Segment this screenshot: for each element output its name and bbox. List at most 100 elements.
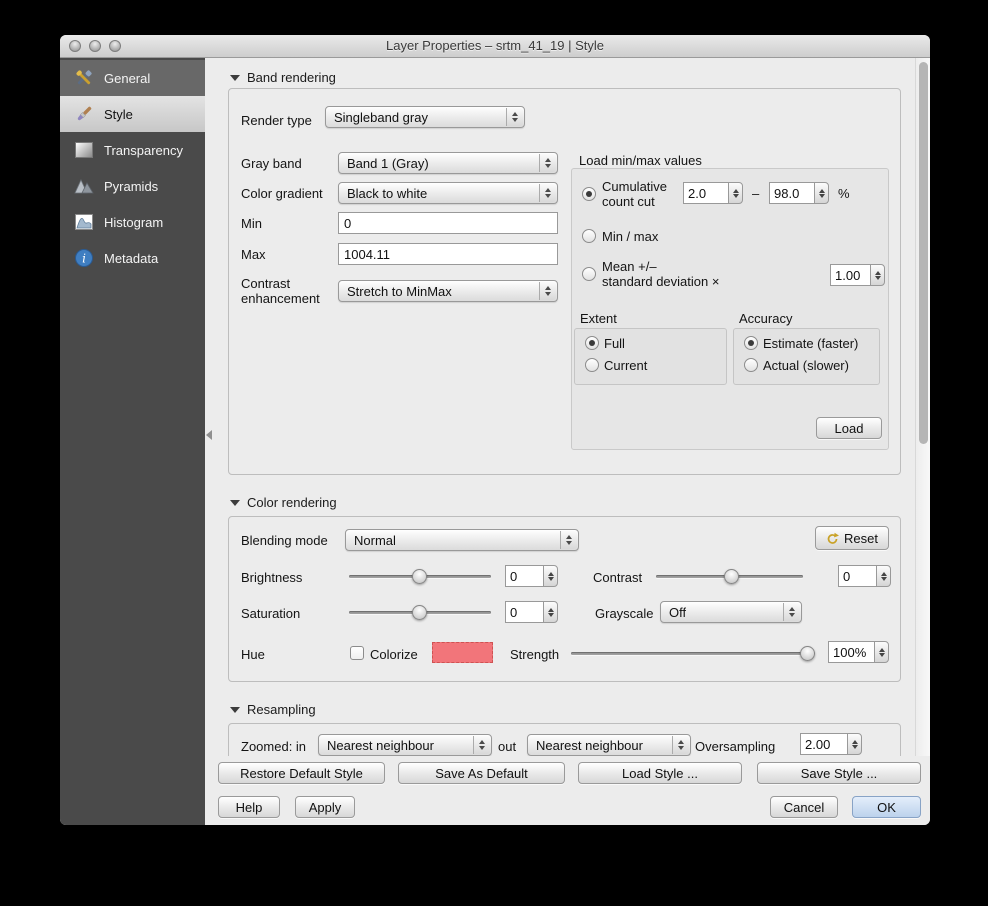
stepper-arrows-icon[interactable] — [543, 601, 558, 623]
load-minmax-panel: Cumulative count cut – % Min / max Mean … — [571, 168, 889, 450]
stepper-arrows-icon[interactable] — [814, 182, 829, 204]
band-rendering-section-header[interactable]: Band rendering — [230, 70, 336, 85]
mean-stddev-radio[interactable] — [582, 267, 596, 281]
dialog-button-area: Restore Default Style Save As Default Lo… — [205, 756, 930, 825]
help-button[interactable]: Help — [218, 796, 280, 818]
slider-thumb[interactable] — [412, 605, 427, 620]
load-button[interactable]: Load — [816, 417, 882, 439]
sidebar-item-histogram[interactable]: Histogram — [60, 204, 205, 240]
stepper-arrows-icon[interactable] — [847, 733, 862, 755]
sidebar-item-metadata[interactable]: i Metadata — [60, 240, 205, 276]
titlebar[interactable]: Layer Properties – srtm_41_19 | Style — [60, 35, 930, 58]
strength-slider[interactable] — [571, 646, 815, 661]
cumulative-max-spinner[interactable] — [769, 182, 829, 204]
cumulative-min-input[interactable] — [683, 182, 728, 204]
contrast-enhancement-select[interactable]: Stretch to MinMax — [338, 280, 558, 302]
strength-input[interactable] — [828, 641, 874, 663]
zoomed-out-label: out — [498, 739, 517, 754]
strength-spinner[interactable] — [828, 641, 889, 663]
cumulative-count-cut-radio[interactable] — [582, 187, 596, 201]
sidebar-item-label: Style — [104, 106, 133, 122]
zoomed-out-select[interactable]: Nearest neighbour — [527, 734, 691, 756]
svg-text:i: i — [82, 252, 86, 266]
color-gradient-value: Black to white — [347, 185, 428, 201]
resampling-section-header[interactable]: Resampling — [230, 702, 316, 717]
grayscale-value: Off — [669, 604, 687, 620]
band-rendering-group: Render type Singleband gray Gray band Ba… — [228, 88, 901, 475]
color-gradient-label: Color gradient — [241, 186, 323, 201]
brightness-spinner[interactable] — [505, 565, 558, 587]
render-type-select[interactable]: Singleband gray — [325, 106, 525, 128]
brightness-input[interactable] — [505, 565, 543, 587]
brightness-slider[interactable] — [349, 569, 491, 584]
gray-band-select[interactable]: Band 1 (Gray) — [338, 152, 558, 174]
contrast-slider[interactable] — [656, 569, 803, 584]
reset-arrow-icon — [827, 532, 840, 544]
accuracy-estimate-radio[interactable] — [744, 336, 758, 350]
sidebar-item-pyramids[interactable]: Pyramids — [60, 168, 205, 204]
sidebar-item-label: General — [104, 70, 151, 86]
stddev-spinner[interactable] — [830, 264, 885, 286]
slider-thumb[interactable] — [412, 569, 427, 584]
zoomed-in-select[interactable]: Nearest neighbour — [318, 734, 492, 756]
max-input[interactable] — [338, 243, 558, 265]
section-title: Resampling — [247, 702, 316, 717]
sidebar-item-general[interactable]: General — [60, 60, 205, 96]
cumulative-max-input[interactable] — [769, 182, 814, 204]
stepper-arrows-icon[interactable] — [728, 182, 743, 204]
color-rendering-section-header[interactable]: Color rendering — [230, 495, 337, 510]
stepper-arrows-icon[interactable] — [876, 565, 891, 587]
section-title: Color rendering — [247, 495, 337, 510]
sidebar-item-transparency[interactable]: Transparency — [60, 132, 205, 168]
oversampling-spinner[interactable] — [800, 733, 862, 755]
general-tools-icon — [73, 67, 95, 89]
slider-thumb[interactable] — [724, 569, 740, 584]
render-type-value: Singleband gray — [334, 109, 428, 125]
extent-current-radio[interactable] — [585, 358, 599, 372]
save-style-button[interactable]: Save Style ... — [757, 762, 921, 784]
extent-group: Full Current — [574, 328, 727, 385]
saturation-input[interactable] — [505, 601, 543, 623]
section-title: Band rendering — [247, 70, 336, 85]
stepper-arrows-icon[interactable] — [874, 641, 889, 663]
grayscale-select[interactable]: Off — [660, 601, 802, 623]
accuracy-actual-radio[interactable] — [744, 358, 758, 372]
ok-button[interactable]: OK — [852, 796, 921, 818]
load-style-button[interactable]: Load Style ... — [578, 762, 742, 784]
collapse-triangle-icon — [230, 706, 240, 713]
color-gradient-select[interactable]: Black to white — [338, 182, 558, 204]
cancel-button[interactable]: Cancel — [770, 796, 838, 818]
style-page: Band rendering Render type Singleband gr… — [205, 58, 930, 756]
brightness-label: Brightness — [241, 570, 303, 585]
saturation-spinner[interactable] — [505, 601, 558, 623]
blending-mode-select[interactable]: Normal — [345, 529, 579, 551]
cumulative-min-spinner[interactable] — [683, 182, 743, 204]
contrast-spinner[interactable] — [838, 565, 891, 587]
restore-default-style-button[interactable]: Restore Default Style — [218, 762, 385, 784]
load-minmax-title: Load min/max values — [579, 153, 702, 168]
min-input[interactable] — [338, 212, 558, 234]
stddev-input[interactable] — [830, 264, 870, 286]
stepper-arrows-icon[interactable] — [543, 565, 558, 587]
reset-button-label: Reset — [844, 530, 878, 546]
histogram-icon — [73, 211, 95, 233]
extent-full-radio[interactable] — [585, 336, 599, 350]
colorize-checkbox[interactable] — [350, 646, 364, 660]
vertical-scrollbar[interactable] — [915, 58, 930, 756]
oversampling-input[interactable] — [800, 733, 847, 755]
stepper-arrows-icon[interactable] — [870, 264, 885, 286]
sidebar-item-style[interactable]: Style — [60, 96, 205, 132]
pyramids-icon — [73, 175, 95, 197]
apply-button[interactable]: Apply — [295, 796, 355, 818]
contrast-input[interactable] — [838, 565, 876, 587]
reset-button[interactable]: Reset — [815, 526, 889, 550]
max-label: Max — [241, 247, 266, 262]
scrollbar-thumb[interactable] — [919, 62, 928, 444]
panel-collapse-handle[interactable] — [206, 430, 212, 440]
slider-thumb[interactable] — [799, 646, 815, 661]
colorize-swatch[interactable] — [432, 642, 493, 663]
min-max-radio[interactable] — [582, 229, 596, 243]
saturation-slider[interactable] — [349, 605, 491, 620]
extent-full-label: Full — [604, 336, 625, 351]
save-as-default-button[interactable]: Save As Default — [398, 762, 565, 784]
